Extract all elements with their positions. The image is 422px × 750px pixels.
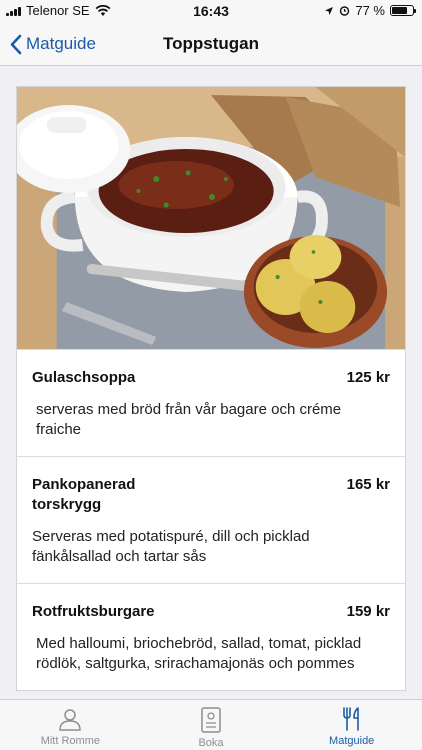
navigation-bar: Matguide Toppstugan (0, 22, 422, 66)
menu-card: Gulaschsoppa 125 kr serveras med bröd fr… (16, 86, 406, 691)
dish-photo (17, 87, 405, 349)
content-area[interactable]: Gulaschsoppa 125 kr serveras med bröd fr… (0, 67, 422, 699)
menu-item[interactable]: Pankopanerad torskrygg 165 kr Serveras m… (17, 456, 405, 583)
tab-label: Mitt Romme (40, 735, 100, 747)
dish-description: serveras med bröd från vår bagare och cr… (36, 401, 342, 438)
tab-label: Boka (198, 737, 224, 749)
menu-item[interactable]: Rotfruktsburgare 159 kr Med halloumi, br… (17, 583, 405, 690)
dish-description: Serveras med potatispuré, dill och pickl… (32, 528, 310, 565)
status-bar: Telenor SE 16:43 77 % (0, 0, 422, 22)
tab-mitt-romme[interactable]: Mitt Romme (0, 700, 141, 750)
status-right: 77 % (324, 3, 416, 18)
dish-name: Gulaschsoppa (32, 369, 136, 386)
menu-item[interactable]: Gulaschsoppa 125 kr serveras med bröd fr… (17, 349, 405, 456)
battery-icon (390, 5, 416, 16)
dish-price: 159 kr (346, 603, 390, 620)
dish-description: Med halloumi, briochebröd, sallad, tomat… (36, 635, 362, 672)
person-icon (59, 709, 82, 731)
tab-matguide[interactable]: Matguide (281, 700, 422, 750)
dish-name: Rotfruktsburgare (32, 603, 155, 620)
dish-price: 125 kr (346, 369, 390, 386)
tab-label: Matguide (329, 735, 375, 747)
dish-name: Pankopanerad torskrygg (32, 476, 136, 513)
tab-boka[interactable]: Boka (141, 700, 282, 750)
tab-bar: Mitt Romme Boka Matguide (0, 699, 422, 750)
cutlery-icon (342, 707, 359, 731)
battery-percent: 77 % (355, 3, 385, 18)
alarm-icon (340, 6, 350, 16)
page-title: Toppstugan (163, 34, 259, 53)
battery-fill (392, 7, 408, 14)
location-icon (325, 6, 334, 15)
booking-icon (201, 707, 221, 733)
dish-price: 165 kr (346, 476, 390, 493)
